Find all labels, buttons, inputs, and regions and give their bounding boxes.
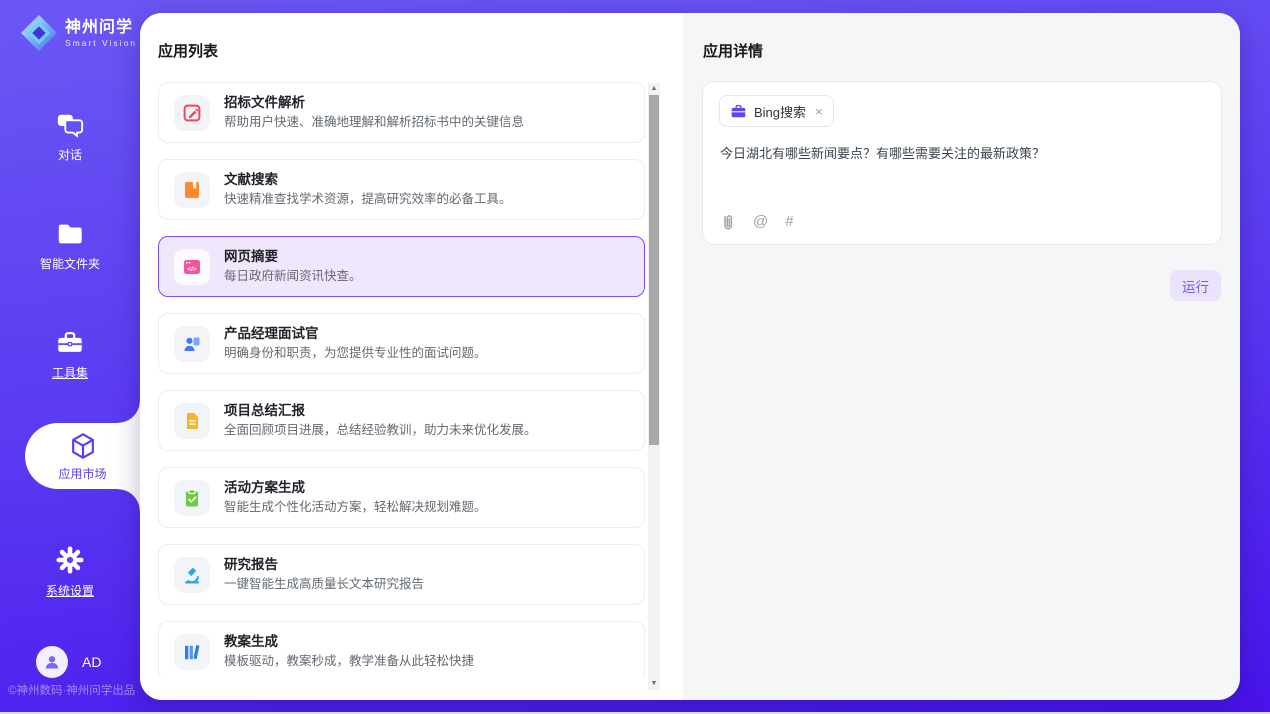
scrollbar-down-arrow[interactable]: ▼ [648, 678, 660, 690]
app-icon-tile [174, 557, 210, 593]
avatar [36, 646, 68, 678]
app-icon-tile [174, 403, 210, 439]
app-desc: 帮助用户快速、准确地理解和解析招标书中的关键信息 [224, 114, 524, 131]
brand-name: 神州问学 [65, 19, 137, 37]
app-title: 网页摘要 [224, 248, 362, 265]
sidebar-item-label: 工具集 [52, 364, 88, 381]
app-desc: 一键智能生成高质量长文本研究报告 [224, 576, 424, 593]
app-title: 研究报告 [224, 556, 424, 573]
app-title: 教案生成 [224, 633, 474, 650]
brand-subtitle: Smart Vision [65, 38, 137, 48]
person-icon [41, 651, 63, 673]
app-icon-tile [174, 326, 210, 362]
app-title: 招标文件解析 [224, 94, 524, 111]
sidebar-item-chat[interactable]: 对话 [0, 110, 140, 163]
app-list-item-4[interactable]: 产品经理面试官 明确身份和职责，为您提供专业性的面试问题。 [158, 313, 645, 374]
app-list-item-8[interactable]: 教案生成 模板驱动，教案秒成，教学准备从此轻松快捷 [158, 621, 645, 678]
chat-icon [55, 110, 85, 140]
document-icon [182, 411, 202, 431]
sidebar-item-tools[interactable]: 工具集 [0, 328, 140, 381]
book-icon [182, 180, 202, 200]
app-list-item-6[interactable]: 活动方案生成 智能生成个性化活动方案，轻松解决规划难题。 [158, 467, 645, 528]
app-desc: 每日政府新闻资讯快查。 [224, 268, 362, 285]
app-title: 文献搜索 [224, 171, 512, 188]
microscope-icon [182, 565, 202, 585]
hash-icon[interactable]: # [785, 213, 793, 231]
toolbox-icon [55, 328, 85, 358]
app-icon-tile: </> [174, 249, 210, 285]
app-title: 活动方案生成 [224, 479, 487, 496]
bid-edit-icon [182, 103, 202, 123]
svg-text:</>: </> [187, 266, 197, 273]
scrollbar-up-arrow[interactable]: ▲ [648, 83, 660, 95]
web-code-icon: </> [182, 257, 202, 277]
books-icon [182, 642, 202, 662]
sidebar-item-label: 应用市场 [58, 465, 106, 482]
brand-diamond-icon [20, 14, 58, 52]
app-list-item-2[interactable]: 文献搜索 快速精准查找学术资源，提高研究效率的必备工具。 [158, 159, 645, 220]
gear-icon [54, 544, 86, 576]
app-list-item-5[interactable]: 项目总结汇报 全面回顾项目进展，总结经验教训，助力未来优化发展。 [158, 390, 645, 451]
tool-tag-label: Bing搜索 [754, 102, 806, 121]
tool-tag-bing[interactable]: Bing搜索 × [719, 95, 834, 127]
interviewer-icon [182, 334, 202, 354]
clipboard-check-icon [182, 488, 202, 508]
app-desc: 模板驱动，教案秒成，教学准备从此轻松快捷 [224, 653, 474, 670]
sidebar-item-label: 智能文件夹 [40, 255, 100, 272]
user-initials: AD [82, 654, 101, 670]
cube-icon [68, 431, 98, 461]
user-profile[interactable]: AD [36, 646, 101, 678]
app-desc: 快速精准查找学术资源，提高研究效率的必备工具。 [224, 191, 512, 208]
app-detail-title: 应用详情 [703, 40, 763, 61]
prompt-input[interactable]: 今日湖北有哪些新闻要点？有哪些需要关注的最新政策？ [720, 144, 1200, 163]
app-list-item-3[interactable]: </> 网页摘要 每日政府新闻资讯快查。 [158, 236, 645, 297]
app-desc: 智能生成个性化活动方案，轻松解决规划难题。 [224, 499, 487, 516]
sidebar-item-label: 系统设置 [46, 582, 94, 599]
brand-logo: 神州问学 Smart Vision [20, 14, 137, 52]
copyright-text: ©神州数码·神州问学出品 [8, 682, 135, 698]
briefcase-icon [730, 103, 747, 120]
app-window: 神州问学 Smart Vision 对话 智能文件夹 [0, 0, 1270, 714]
app-icon-tile [174, 634, 210, 670]
app-icon-tile [174, 172, 210, 208]
prompt-composer[interactable]: Bing搜索 × 今日湖北有哪些新闻要点？有哪些需要关注的最新政策？ @ # [702, 81, 1222, 245]
app-list-panel: 应用列表 招标文件解析 帮助用户快速、准确地理解和解析招标书中的关键信息 文献搜… [140, 13, 683, 700]
paperclip-icon[interactable] [720, 213, 736, 231]
sidebar-item-label: 对话 [58, 146, 82, 163]
app-list-item-1[interactable]: 招标文件解析 帮助用户快速、准确地理解和解析招标书中的关键信息 [158, 82, 645, 143]
app-desc: 明确身份和职责，为您提供专业性的面试问题。 [224, 345, 487, 362]
scrollbar-thumb[interactable] [649, 95, 659, 445]
sidebar: 神州问学 Smart Vision 对话 智能文件夹 [0, 0, 140, 714]
scrollbar[interactable]: ▲ ▼ [648, 83, 660, 690]
composer-toolbar: @ # [720, 213, 794, 231]
app-title: 项目总结汇报 [224, 402, 537, 419]
main-content: 应用列表 招标文件解析 帮助用户快速、准确地理解和解析招标书中的关键信息 文献搜… [140, 13, 1240, 700]
run-button[interactable]: 运行 [1170, 270, 1221, 301]
folder-icon [55, 219, 85, 249]
sidebar-item-market[interactable]: 应用市场 [25, 423, 140, 489]
app-list: 招标文件解析 帮助用户快速、准确地理解和解析招标书中的关键信息 文献搜索 快速精… [158, 82, 648, 678]
app-icon-tile [174, 480, 210, 516]
app-desc: 全面回顾项目进展，总结经验教训，助力未来优化发展。 [224, 422, 537, 439]
mention-icon[interactable]: @ [753, 213, 768, 231]
close-icon[interactable]: × [815, 104, 823, 119]
sidebar-item-folders[interactable]: 智能文件夹 [0, 219, 140, 272]
app-list-title: 应用列表 [158, 40, 218, 61]
app-title: 产品经理面试官 [224, 325, 487, 342]
app-icon-tile [174, 95, 210, 131]
app-detail-panel: 应用详情 Bing搜索 × 今日湖北有哪些新闻要点？有哪些需要关注的最新政策？ [683, 13, 1240, 700]
sidebar-item-settings[interactable]: 系统设置 [0, 544, 140, 599]
app-list-item-7[interactable]: 研究报告 一键智能生成高质量长文本研究报告 [158, 544, 645, 605]
